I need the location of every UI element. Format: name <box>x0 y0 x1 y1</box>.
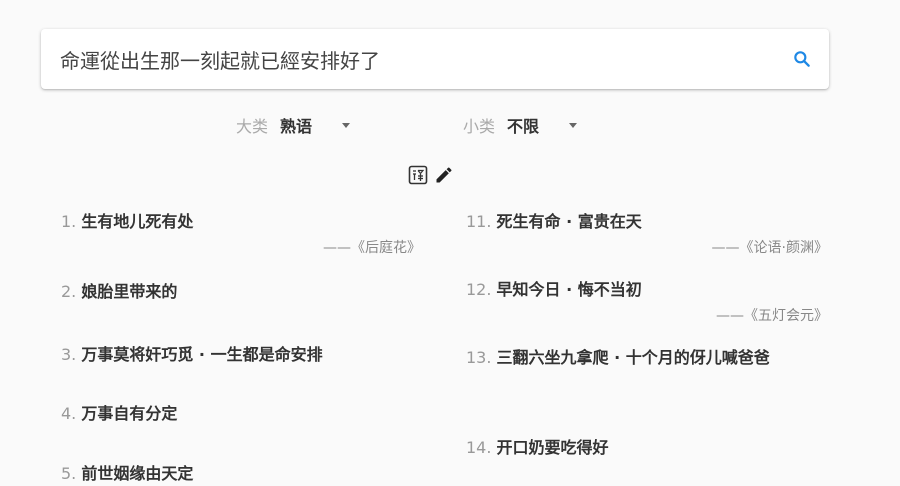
search-button[interactable] <box>789 46 815 72</box>
list-item[interactable]: 12. 早知今日 · 悔不当初 ——《五灯会元》 <box>466 278 828 326</box>
subcategory-select[interactable]: 小类 不限 <box>463 113 578 137</box>
category-select[interactable]: 大类 熟语 <box>236 113 351 137</box>
translate-icon <box>408 165 428 185</box>
translate-button[interactable] <box>407 164 429 186</box>
chevron-down-icon <box>342 122 351 128</box>
edit-button[interactable] <box>433 164 455 186</box>
chevron-down-icon <box>569 122 578 128</box>
search-input[interactable] <box>60 47 760 71</box>
list-item[interactable]: 11. 死生有命 · 富贵在天 ——《论语·颜渊》 <box>466 210 828 258</box>
search-icon <box>794 51 810 67</box>
subcategory-label: 小类 <box>463 117 496 136</box>
list-item[interactable]: 1. 生有地儿死有处 ——《后庭花》 <box>61 210 421 258</box>
filter-bar: 大类 熟语 小类 不限 <box>0 113 900 137</box>
toolbar <box>407 164 455 186</box>
list-item[interactable]: 13. 三翻六坐九拿爬 · 十个月的伢儿喊爸爸 <box>466 346 828 370</box>
search-bar <box>41 29 829 89</box>
list-item[interactable]: 3. 万事莫将奸巧觅 · 一生都是命安排 <box>61 343 421 367</box>
category-value: 熟语 <box>280 117 313 136</box>
category-label: 大类 <box>236 117 269 136</box>
source-citation: ——《后庭花》 <box>323 240 421 256</box>
list-item[interactable]: 5. 前世姻缘由天定 <box>61 462 421 486</box>
subcategory-value: 不限 <box>507 117 540 136</box>
list-item[interactable]: 4. 万事自有分定 <box>61 402 421 426</box>
list-item[interactable]: 2. 娘胎里带来的 <box>61 280 421 304</box>
source-citation: ——《论语·颜渊》 <box>711 240 828 256</box>
list-item[interactable]: 14. 开口奶要吃得好 <box>466 436 828 460</box>
source-citation: ——《五灯会元》 <box>716 308 828 324</box>
pencil-icon <box>436 167 452 183</box>
